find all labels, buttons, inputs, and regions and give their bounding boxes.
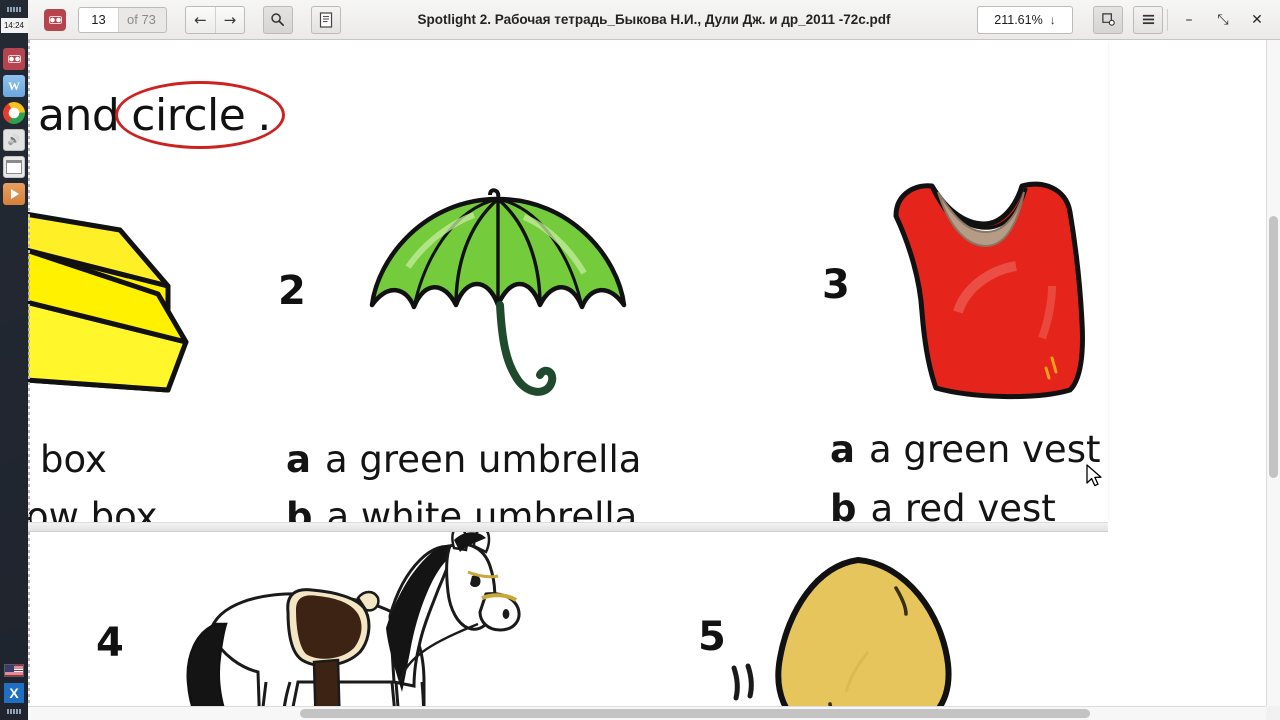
item-2-option-b: b a white umbrella: [286, 495, 637, 522]
search-icon: [271, 13, 285, 26]
pdf-reader-window: of 73 ← →: [28, 0, 1280, 720]
item-1-option-b: ow box: [28, 495, 158, 522]
horse-icon: [186, 532, 521, 720]
x-app-icon[interactable]: X: [4, 683, 24, 703]
titlebar: of 73 ← →: [28, 0, 1280, 40]
horizontal-scrollbar-thumb[interactable]: [300, 709, 1090, 718]
horizontal-scrollbar[interactable]: [28, 706, 1266, 720]
keyboard-layout-flag-icon[interactable]: [4, 664, 24, 677]
page-left-edge: [28, 40, 30, 522]
item-3-number: 3: [822, 262, 850, 308]
chevron-down-icon: ↓: [1049, 12, 1056, 27]
next-page-button[interactable]: →: [214, 6, 244, 33]
dock-item-foxit-reader[interactable]: [3, 48, 25, 70]
dock-item-volume-control[interactable]: [3, 129, 25, 151]
close-window-button[interactable]: ✕: [1240, 0, 1274, 40]
illustration-horse: [138, 532, 538, 720]
launcher-dock: 14:24 X: [0, 0, 28, 720]
worksheet-heading: and circle.: [38, 81, 286, 149]
bookmark-panel-button[interactable]: [310, 5, 341, 34]
minimize-button[interactable]: –: [1172, 0, 1206, 40]
item-3-option-a: a a green vest: [830, 428, 1100, 471]
item-3-option-a-letter: a: [830, 428, 855, 471]
vertical-scrollbar-thumb[interactable]: [1269, 216, 1278, 478]
restore-window-button[interactable]: ⤡: [1206, 0, 1240, 40]
heading-circled-word: circle: [115, 81, 286, 149]
illustration-yellow-egg: [708, 552, 1008, 720]
document-panel-icon: [319, 11, 333, 28]
illustration-green-umbrella: [348, 165, 648, 415]
item-4-number: 4: [96, 620, 124, 666]
umbrella-icon: [369, 188, 627, 396]
scrollbar-corner: [1266, 706, 1280, 720]
item-2-option-b-letter: b: [286, 495, 313, 522]
item-3-option-b-text: a red vest: [870, 487, 1056, 522]
clock-indicator[interactable]: 14:24: [0, 18, 28, 33]
tray-area: X: [0, 664, 28, 714]
hamburger-menu-icon: [1142, 14, 1154, 25]
search-button[interactable]: [262, 5, 293, 34]
item-2-number: 2: [278, 268, 306, 314]
zoom-level-value: 211.61%: [994, 12, 1043, 27]
item-2-option-a-text: a green umbrella: [324, 438, 642, 481]
page-number-input[interactable]: [79, 7, 119, 32]
egg-icon: [731, 557, 952, 720]
vertical-scrollbar[interactable]: [1266, 40, 1280, 706]
pdf-page-14: 4 5: [28, 532, 1108, 720]
heading-prefix: and: [38, 90, 120, 141]
titlebar-left-controls: of 73 ← →: [34, 5, 341, 34]
item-2-option-b-text: a white umbrella: [326, 495, 638, 522]
item-1-option-a: box: [40, 438, 107, 481]
desktop-background: 14:24 X of 73 ←: [0, 0, 1280, 720]
item-3-option-b-letter: b: [830, 487, 857, 522]
yellow-box-icon: [28, 211, 189, 393]
launcher-grip-icon: [0, 0, 28, 14]
page-navigator[interactable]: of 73: [78, 6, 167, 33]
document-view[interactable]: and circle. box ow box 2 a a green umbre…: [28, 40, 1280, 720]
tray-grip-icon: [7, 709, 21, 714]
titlebar-right-controls: 211.61% ↓ – ⤡ ✕: [977, 0, 1274, 40]
titlebar-divider: [1167, 8, 1168, 31]
zoom-level-selector[interactable]: 211.61% ↓: [977, 5, 1073, 34]
page-left-edge: [28, 532, 30, 720]
dock-item-google-chrome[interactable]: [3, 102, 25, 124]
page-nav-group: ← →: [184, 5, 245, 34]
vest-icon: [893, 181, 1085, 400]
snapshot-icon: [1101, 13, 1115, 26]
previous-page-button[interactable]: ←: [186, 7, 215, 33]
page-right-margin: [1108, 40, 1280, 720]
snapshot-button[interactable]: [1093, 5, 1123, 34]
dock-item-media-player[interactable]: [3, 183, 25, 205]
item-3-option-a-text: a green vest: [868, 428, 1101, 471]
dock-item-window-manager[interactable]: [3, 156, 25, 178]
item-3-option-b: b a red vest: [830, 487, 1056, 522]
pdf-page-13: and circle. box ow box 2 a a green umbre…: [28, 40, 1108, 522]
dock-item-wps-writer[interactable]: [3, 75, 25, 97]
foxit-app-icon[interactable]: [44, 8, 66, 31]
page-total-label: of 73: [127, 11, 156, 27]
illustration-yellow-box: [28, 190, 212, 410]
menu-button[interactable]: [1133, 5, 1163, 34]
item-2-option-a: a a green umbrella: [286, 438, 641, 481]
illustration-red-vest: [866, 162, 1108, 412]
item-2-option-a-letter: a: [286, 438, 311, 481]
page-separator: [28, 522, 1108, 532]
